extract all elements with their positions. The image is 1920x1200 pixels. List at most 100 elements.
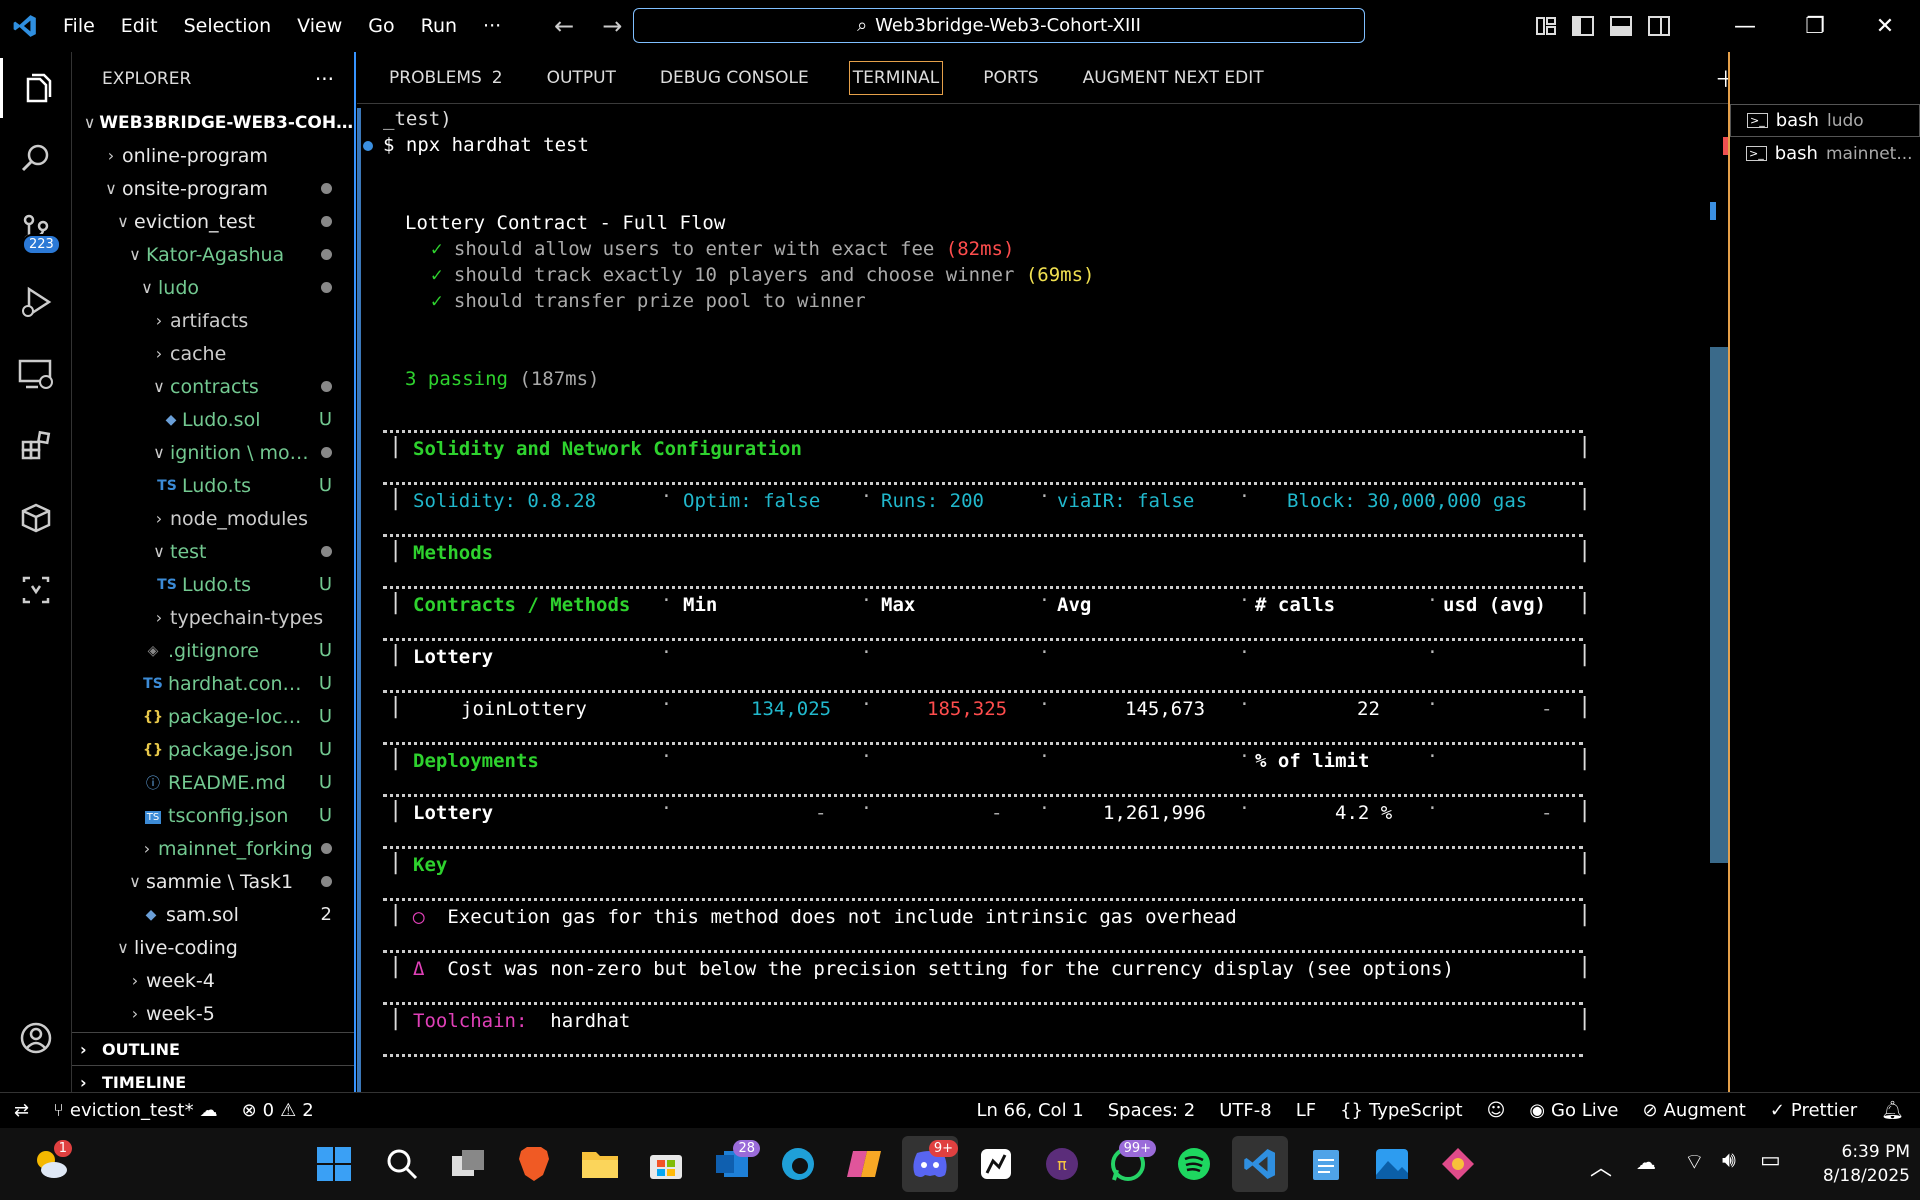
brave-browser-icon[interactable]: [506, 1136, 562, 1192]
cursor-position[interactable]: Ln 66, Col 1: [976, 1100, 1083, 1121]
menu-more[interactable]: ···: [470, 15, 514, 37]
menu-selection[interactable]: Selection: [171, 15, 285, 37]
outline-section[interactable]: › OUTLINE: [72, 1032, 354, 1065]
crypto-app-icon[interactable]: π: [1034, 1136, 1090, 1192]
tree-item[interactable]: › mainnet_forking: [72, 832, 354, 865]
tree-item[interactable]: › week-4: [72, 964, 354, 997]
start-windows-icon[interactable]: [306, 1136, 362, 1192]
tab-output[interactable]: OUTPUT: [543, 62, 620, 94]
tree-item[interactable]: › artifacts: [72, 304, 354, 337]
tree-item[interactable]: ◆ sam.sol 2: [72, 898, 354, 931]
prettier-status[interactable]: ✓ Prettier: [1770, 1100, 1857, 1121]
toggle-secondary-sidebar-icon[interactable]: [1648, 16, 1670, 36]
tree-item[interactable]: ∨ onsite-program: [72, 172, 354, 205]
tree-item[interactable]: ∨ eviction_test: [72, 205, 354, 238]
tree-item[interactable]: ∨ ignition \ mod...: [72, 436, 354, 469]
snipping-tool-icon[interactable]: [1430, 1136, 1486, 1192]
tree-item[interactable]: ⓘ README.md U: [72, 766, 354, 799]
tree-item[interactable]: › online-program: [72, 139, 354, 172]
extensions-icon[interactable]: [0, 416, 72, 476]
tree-item[interactable]: TShardhat.config...U: [72, 667, 354, 700]
vscode-logo-icon[interactable]: [0, 13, 50, 39]
customize-layout-icon[interactable]: [1536, 16, 1556, 36]
toggle-sidebar-icon[interactable]: [1572, 16, 1594, 36]
tree-item[interactable]: › typechain-types: [72, 601, 354, 634]
tree-item[interactable]: ∨ live-coding: [72, 931, 354, 964]
terminal-instance-ludo[interactable]: >_ bash ludo: [1730, 104, 1920, 137]
trading-app-icon[interactable]: [968, 1136, 1024, 1192]
augment-status[interactable]: ⊘ Augment: [1643, 1100, 1746, 1121]
menu-view[interactable]: View: [284, 15, 355, 37]
restore-icon[interactable]: ❐: [1780, 14, 1850, 39]
menu-go[interactable]: Go: [355, 15, 407, 37]
line-ending[interactable]: LF: [1296, 1100, 1316, 1121]
battery-icon[interactable]: ▭: [1760, 1148, 1781, 1173]
menu-file[interactable]: File: [50, 15, 108, 37]
timeline-section[interactable]: › TIMELINE: [72, 1065, 354, 1092]
run-debug-icon[interactable]: [0, 272, 72, 332]
store-icon[interactable]: [638, 1136, 694, 1192]
encoding[interactable]: UTF-8: [1219, 1100, 1271, 1121]
tree-item[interactable]: ∨ contracts: [72, 370, 354, 403]
tree-item[interactable]: {} package.json U: [72, 733, 354, 766]
toggle-panel-icon[interactable]: [1610, 16, 1632, 36]
explorer-icon[interactable]: [0, 58, 72, 118]
wifi-icon[interactable]: ⌔: [1684, 1148, 1705, 1176]
copilot-icon[interactable]: ☺: [1487, 1100, 1506, 1121]
back-arrow-icon[interactable]: ←: [554, 12, 574, 40]
problems-indicator[interactable]: ⊗ 0 ⚠ 2: [242, 1100, 314, 1121]
tree-item[interactable]: TS tsconfig.json U: [72, 799, 354, 832]
tree-item[interactable]: › cache: [72, 337, 354, 370]
tree-item[interactable]: ◈ .gitignore U: [72, 634, 354, 667]
tab-terminal[interactable]: TERMINAL: [848, 60, 944, 95]
terminal-output[interactable]: _test) $ npx hardhat test Lottery Contra…: [357, 108, 1717, 1092]
copilot-app-icon[interactable]: [836, 1136, 892, 1192]
close-icon[interactable]: ✕: [1850, 14, 1920, 39]
search-view-icon[interactable]: [0, 128, 72, 188]
taskbar-search-icon[interactable]: [374, 1136, 430, 1192]
tab-augment-next-edit[interactable]: AUGMENT NEXT EDIT: [1079, 62, 1268, 94]
weather-icon[interactable]: 1: [22, 1136, 78, 1192]
tree-root[interactable]: ∨WEB3BRIDGE-WEB3-COHORT...: [72, 106, 354, 139]
edge-browser-icon[interactable]: [770, 1136, 826, 1192]
forward-arrow-icon[interactable]: →: [602, 12, 622, 40]
notifications-bell-icon[interactable]: 🔔︎: [1881, 1100, 1904, 1121]
notepad-icon[interactable]: [1298, 1136, 1354, 1192]
go-live[interactable]: ◉ Go Live: [1529, 1100, 1618, 1121]
volume-icon[interactable]: 🔊︎: [1722, 1148, 1736, 1173]
tab-problems[interactable]: PROBLEMS 2: [385, 62, 507, 94]
tree-item[interactable]: ∨ sammie \ Task1: [72, 865, 354, 898]
discord-icon[interactable]: 9+: [902, 1136, 958, 1192]
remote-indicator-icon[interactable]: ⇄: [14, 1100, 29, 1121]
tree-item[interactable]: ∨ ludo: [72, 271, 354, 304]
terminal-scrollbar[interactable]: [1710, 347, 1728, 863]
photos-icon[interactable]: [1364, 1136, 1420, 1192]
language-mode[interactable]: {} TypeScript: [1340, 1100, 1462, 1121]
spotify-icon[interactable]: [1166, 1136, 1222, 1192]
whatsapp-icon[interactable]: 99+: [1100, 1136, 1156, 1192]
explorer-more-icon[interactable]: ···: [315, 67, 334, 91]
indentation[interactable]: Spaces: 2: [1108, 1100, 1195, 1121]
onedrive-icon[interactable]: ☁: [1636, 1150, 1656, 1174]
containers-icon[interactable]: [0, 488, 72, 548]
task-view-icon[interactable]: [440, 1136, 496, 1192]
accounts-icon[interactable]: [0, 1008, 72, 1068]
tree-item[interactable]: ∨ Kator-Agashua: [72, 238, 354, 271]
remote-explorer-icon[interactable]: [0, 344, 72, 404]
show-hidden-icons-chevron-icon[interactable]: ︿: [1590, 1150, 1612, 1182]
tree-item[interactable]: › week-5: [72, 997, 354, 1030]
tree-item[interactable]: {} package-lock.j... U: [72, 700, 354, 733]
tab-ports[interactable]: PORTS: [979, 62, 1042, 94]
tree-item[interactable]: TS Ludo.ts U: [72, 469, 354, 502]
augment-icon[interactable]: [0, 560, 72, 620]
menu-run[interactable]: Run: [408, 15, 470, 37]
minimize-icon[interactable]: —: [1710, 14, 1780, 39]
tree-item[interactable]: ◆ Ludo.sol U: [72, 403, 354, 436]
command-center-search[interactable]: ⌕ Web3bridge-Web3-Cohort-XIII: [633, 8, 1365, 43]
source-control-icon[interactable]: 223: [0, 200, 72, 260]
outlook-icon[interactable]: 28: [704, 1136, 760, 1192]
terminal-instance-mainnet[interactable]: >_ bash mainnet...: [1730, 137, 1920, 170]
branch-indicator[interactable]: ⑂ eviction_test* ☁: [53, 1100, 217, 1121]
tree-item[interactable]: TS Ludo.ts U: [72, 568, 354, 601]
menu-edit[interactable]: Edit: [108, 15, 171, 37]
